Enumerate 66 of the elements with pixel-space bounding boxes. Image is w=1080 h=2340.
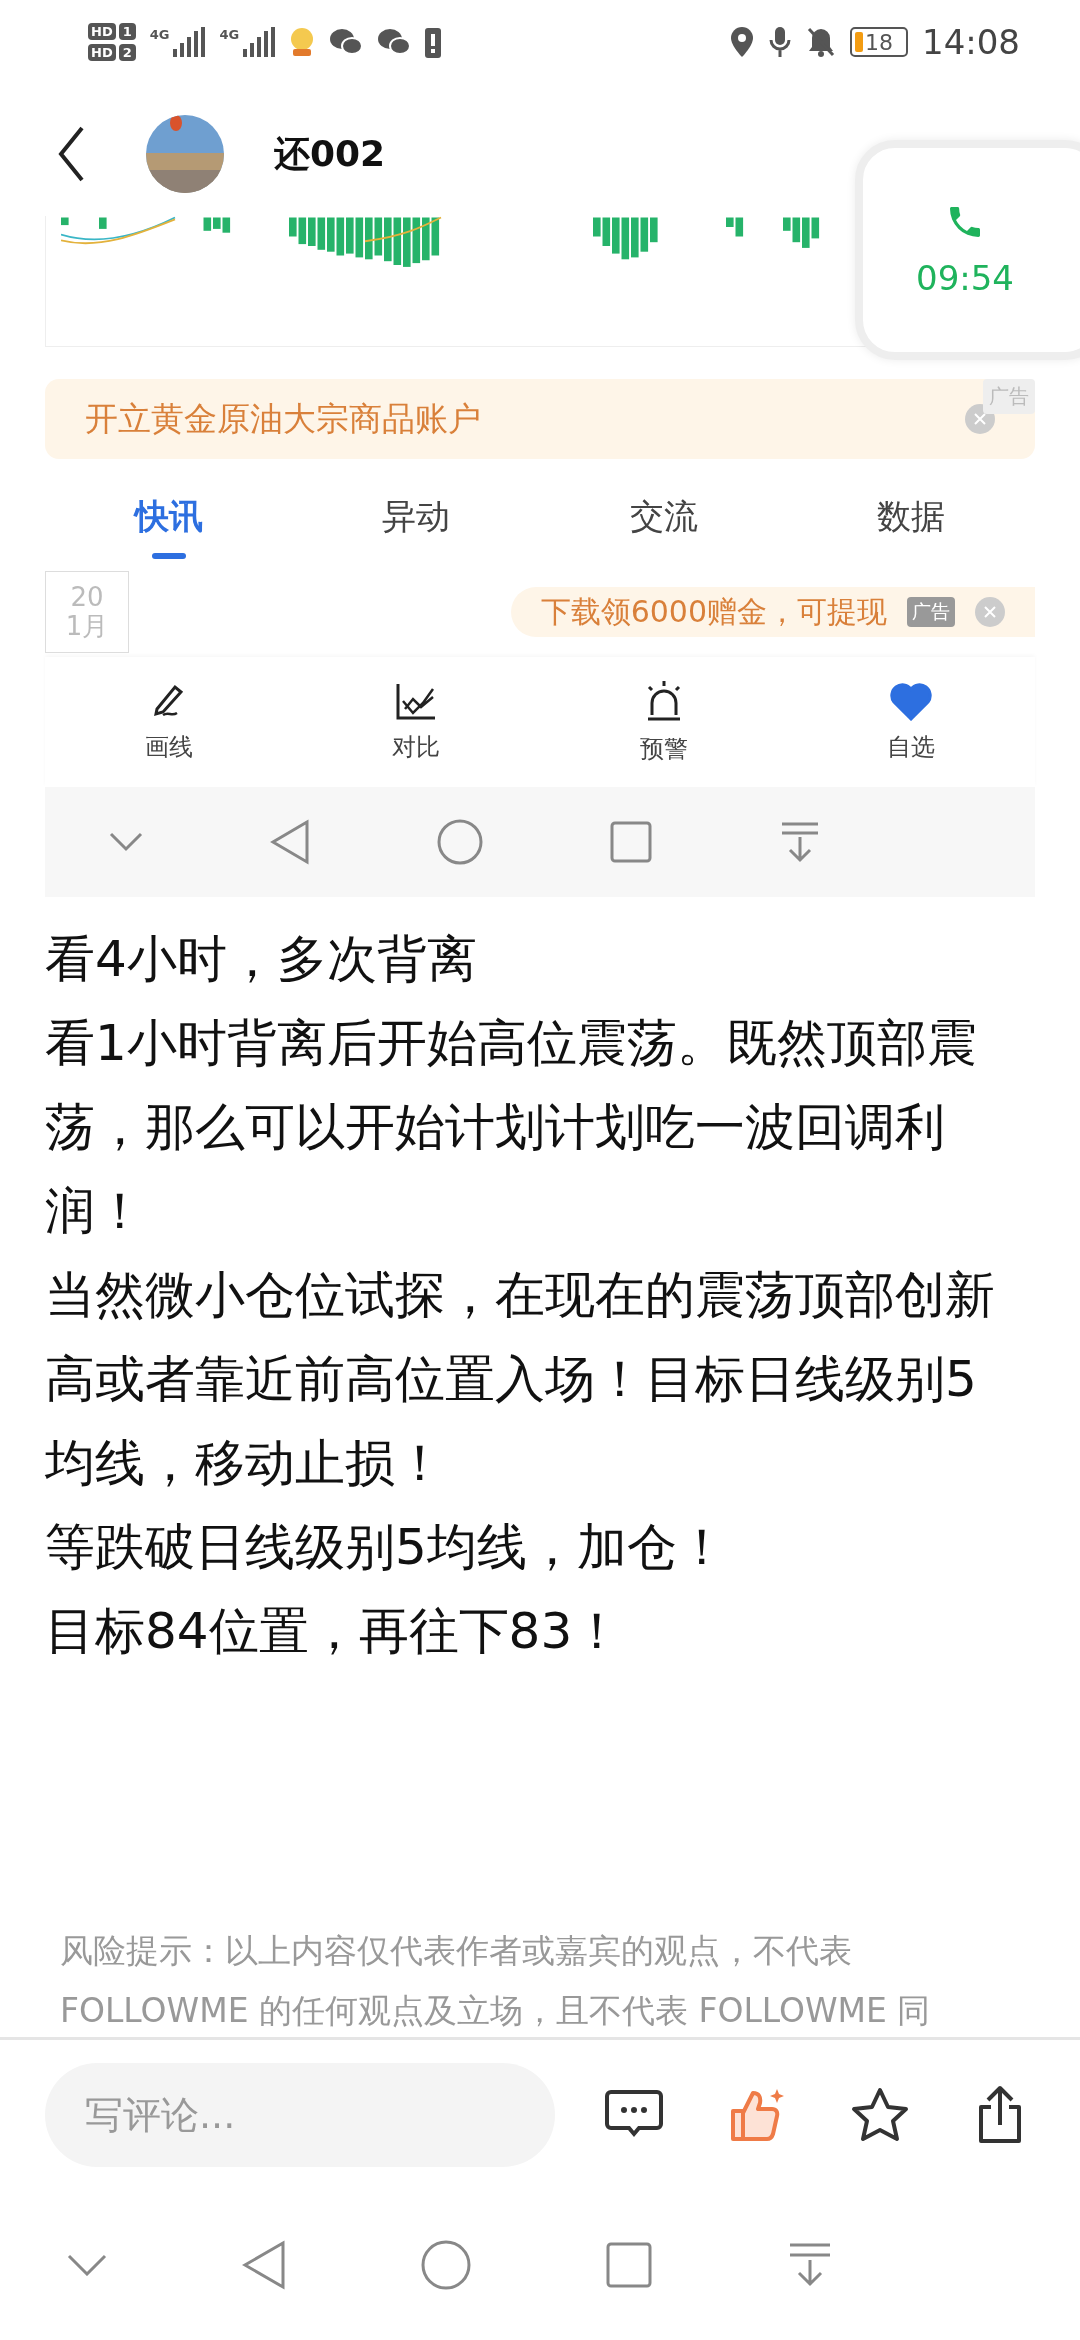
- ad-label: 广告: [907, 597, 955, 627]
- tab[interactable]: 数据: [787, 477, 1035, 567]
- hd-badge: HD: [88, 23, 116, 40]
- microphone-icon: [768, 26, 792, 58]
- histogram-bar: [317, 217, 326, 250]
- histogram-bar: [99, 217, 107, 229]
- sim-slot: 1: [118, 23, 136, 40]
- promo-text: 下载领6000赠金，可提现: [540, 592, 887, 631]
- comment-field[interactable]: 写评论...: [45, 2063, 555, 2167]
- home-icon[interactable]: [436, 819, 483, 865]
- post-paragraph: 看4小时，多次背离: [45, 929, 478, 990]
- histogram-bar: [393, 217, 402, 265]
- hd-badge: HD: [88, 44, 116, 61]
- tool-label: 对比: [392, 732, 441, 763]
- star-icon[interactable]: [851, 2087, 909, 2143]
- post-paragraph: 目标84位置，再往下83！: [45, 1601, 624, 1662]
- histogram-bar: [640, 217, 649, 252]
- histogram-bar: [412, 217, 421, 264]
- post-paragraph: 当然微小仓位试探，在现在的震荡顶部创新高或者靠近前高位置入场！目标日线级别5均线，移动止损！: [45, 1265, 996, 1494]
- date-month: 1月: [65, 612, 109, 641]
- tab[interactable]: 异动: [292, 477, 540, 567]
- heart-icon[interactable]: [889, 681, 934, 721]
- clock: 14:08: [922, 22, 1020, 62]
- tool-label: 画线: [144, 732, 193, 763]
- histogram-bar: [431, 217, 440, 256]
- call-widget[interactable]: 09:54: [855, 140, 1080, 360]
- thumbs-up-icon[interactable]: [729, 2087, 785, 2143]
- post-paragraph: 等跌破日线级别5均线，加仓！: [45, 1517, 728, 1578]
- recents-icon[interactable]: [605, 2242, 652, 2288]
- network-type: 4G: [149, 27, 170, 42]
- app-mascot-icon: [289, 27, 316, 57]
- chevron-down-icon[interactable]: [67, 2254, 108, 2276]
- histogram-bar: [811, 217, 820, 239]
- promo-banner[interactable]: 下载领6000赠金，可提现 广告: [510, 587, 1035, 637]
- histogram-bar: [355, 217, 364, 258]
- tab[interactable]: 交流: [540, 477, 788, 567]
- home-icon[interactable]: [421, 2240, 471, 2290]
- histogram-bar: [621, 217, 630, 260]
- histogram-bar: [298, 217, 307, 245]
- histogram-bar: [61, 217, 69, 226]
- histogram-bar: [203, 217, 212, 231]
- battery-icon: 18: [850, 27, 908, 57]
- risk-disclaimer: FOLLOWME 的任何观点及立场，且不代表 FOLLOWME 同: [60, 1990, 932, 2032]
- chat-title: 还002: [274, 131, 386, 176]
- network-type: 4G: [219, 27, 240, 42]
- alert-icon: [425, 26, 442, 58]
- back-icon[interactable]: [58, 126, 84, 182]
- histogram-bar: [222, 217, 231, 233]
- call-duration: 09:54: [916, 258, 1014, 298]
- signal-icon: [171, 27, 206, 57]
- signal-icon: [241, 27, 276, 57]
- risk-disclaimer: 风险提示：以上内容仅代表作者或嘉宾的观点，不代表: [60, 1930, 853, 1972]
- tool-label: 预警: [639, 734, 688, 765]
- sim-slot: 2: [118, 44, 136, 61]
- line-chart-icon[interactable]: [395, 681, 438, 721]
- post-paragraph: 看1小时背离后开始高位震荡。既然顶部震荡，那么可以开始计划计划吃一波回调利润！: [45, 1013, 978, 1242]
- ad-text: 开立黄金原油大宗商品账户: [85, 397, 482, 440]
- tab[interactable]: 快讯: [45, 477, 293, 567]
- date-day: 20: [70, 583, 104, 612]
- histogram-bar: [336, 217, 345, 256]
- chevron-down-icon[interactable]: [108, 832, 143, 852]
- histogram-bar: [374, 217, 383, 256]
- tool-label: 自选: [887, 732, 936, 763]
- muted-bell-icon: [806, 26, 836, 58]
- location-icon: [730, 26, 754, 58]
- recents-icon[interactable]: [610, 821, 653, 863]
